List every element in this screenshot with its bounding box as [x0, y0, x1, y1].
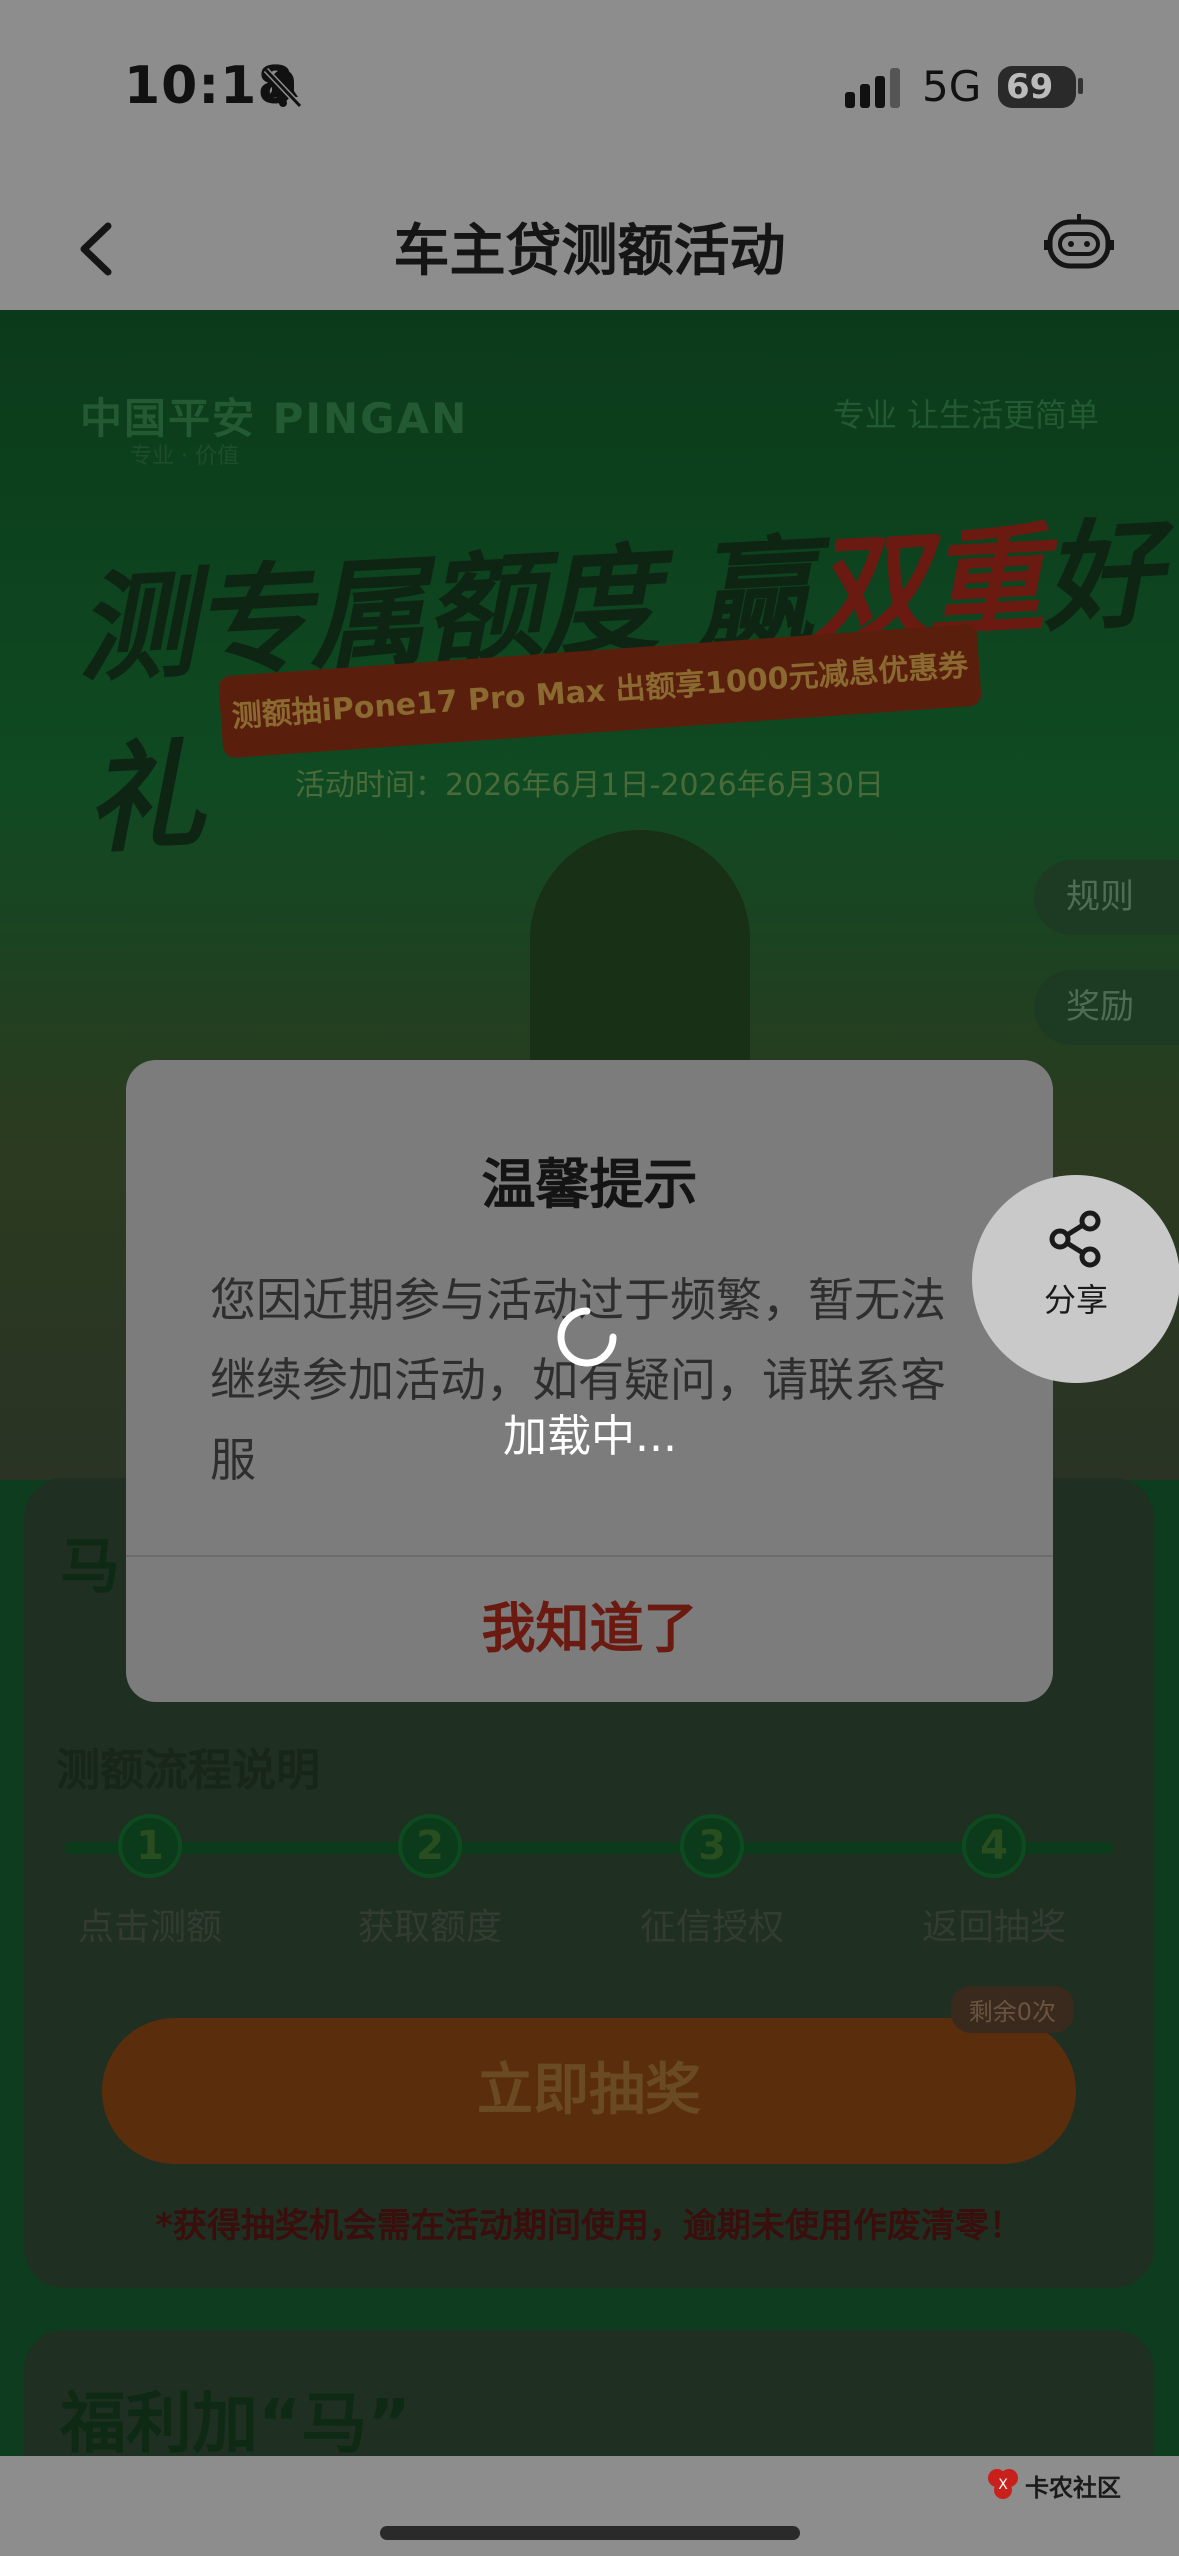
- step-dot: 3: [680, 1814, 744, 1878]
- bell-muted-icon: [263, 67, 303, 109]
- draw-now-button[interactable]: 立即抽奖: [102, 2018, 1076, 2164]
- brand-logo: 中国平安 PINGAN: [80, 394, 469, 443]
- share-label: 分享: [1043, 1281, 1108, 1319]
- loading-text: 加载中...: [503, 1411, 677, 1462]
- loading-indicator: 加载中...: [500, 1290, 680, 1470]
- spinner-icon: [557, 1307, 617, 1367]
- step-dot: 2: [398, 1814, 462, 1878]
- acknowledge-button[interactable]: 我知道了: [126, 1556, 1053, 1702]
- battery-cap: [1078, 78, 1083, 94]
- draw-warning: *获得抽奖机会需在活动期间使用，逾期未使用作废清零！: [155, 2206, 1023, 2246]
- dialog-title: 温馨提示: [481, 1153, 698, 1216]
- watermark-text: 卡农社区: [1025, 2474, 1121, 2502]
- nav-bar: 车主贷测额活动: [0, 170, 1179, 310]
- battery-level: 69: [1006, 67, 1054, 107]
- step-label: 征信授权: [639, 1907, 784, 1948]
- step-dot: 1: [118, 1814, 182, 1878]
- page-title: 车主贷测额活动: [393, 219, 786, 284]
- remaining-badge: 剩余0次: [950, 1986, 1074, 2033]
- flow-title: 测额流程说明: [56, 1745, 320, 1796]
- customer-service-robot-icon[interactable]: [1044, 212, 1114, 276]
- kanong-logo-icon: X: [988, 2469, 1018, 2499]
- rules-tab[interactable]: 规则: [1034, 860, 1179, 935]
- prizes-tab[interactable]: 奖励: [1034, 970, 1179, 1045]
- step-dot: 4: [962, 1814, 1026, 1878]
- status-bar: 10:18 5G 69: [0, 0, 1179, 170]
- share-button[interactable]: 分享: [972, 1175, 1179, 1383]
- flow-progress-line: [64, 1842, 1114, 1854]
- activity-time: 活动时间：2026年6月1日-2026年6月30日: [295, 768, 884, 803]
- brand-slogan: 专业 让生活更简单: [832, 396, 1099, 434]
- battery-icon: 69: [998, 66, 1076, 108]
- watermark: X 卡农社区: [985, 2460, 1145, 2510]
- svg-text:X: X: [998, 2477, 1008, 2493]
- share-icon: [1049, 1210, 1101, 1268]
- benefits-card: 福利加“马”: [24, 2330, 1154, 2456]
- step-label: 返回抽奖: [921, 1907, 1066, 1948]
- flow-card-title: 马: [60, 1532, 120, 1602]
- brand-sub: 专业 · 价值: [130, 444, 239, 469]
- signal-icon: [845, 68, 900, 108]
- benefits-title: 福利加“马”: [60, 2385, 411, 2456]
- network-type: 5G: [922, 62, 982, 111]
- step-label: 点击测额: [77, 1907, 222, 1948]
- home-indicator[interactable]: [380, 2526, 800, 2540]
- step-label: 获取额度: [357, 1907, 502, 1948]
